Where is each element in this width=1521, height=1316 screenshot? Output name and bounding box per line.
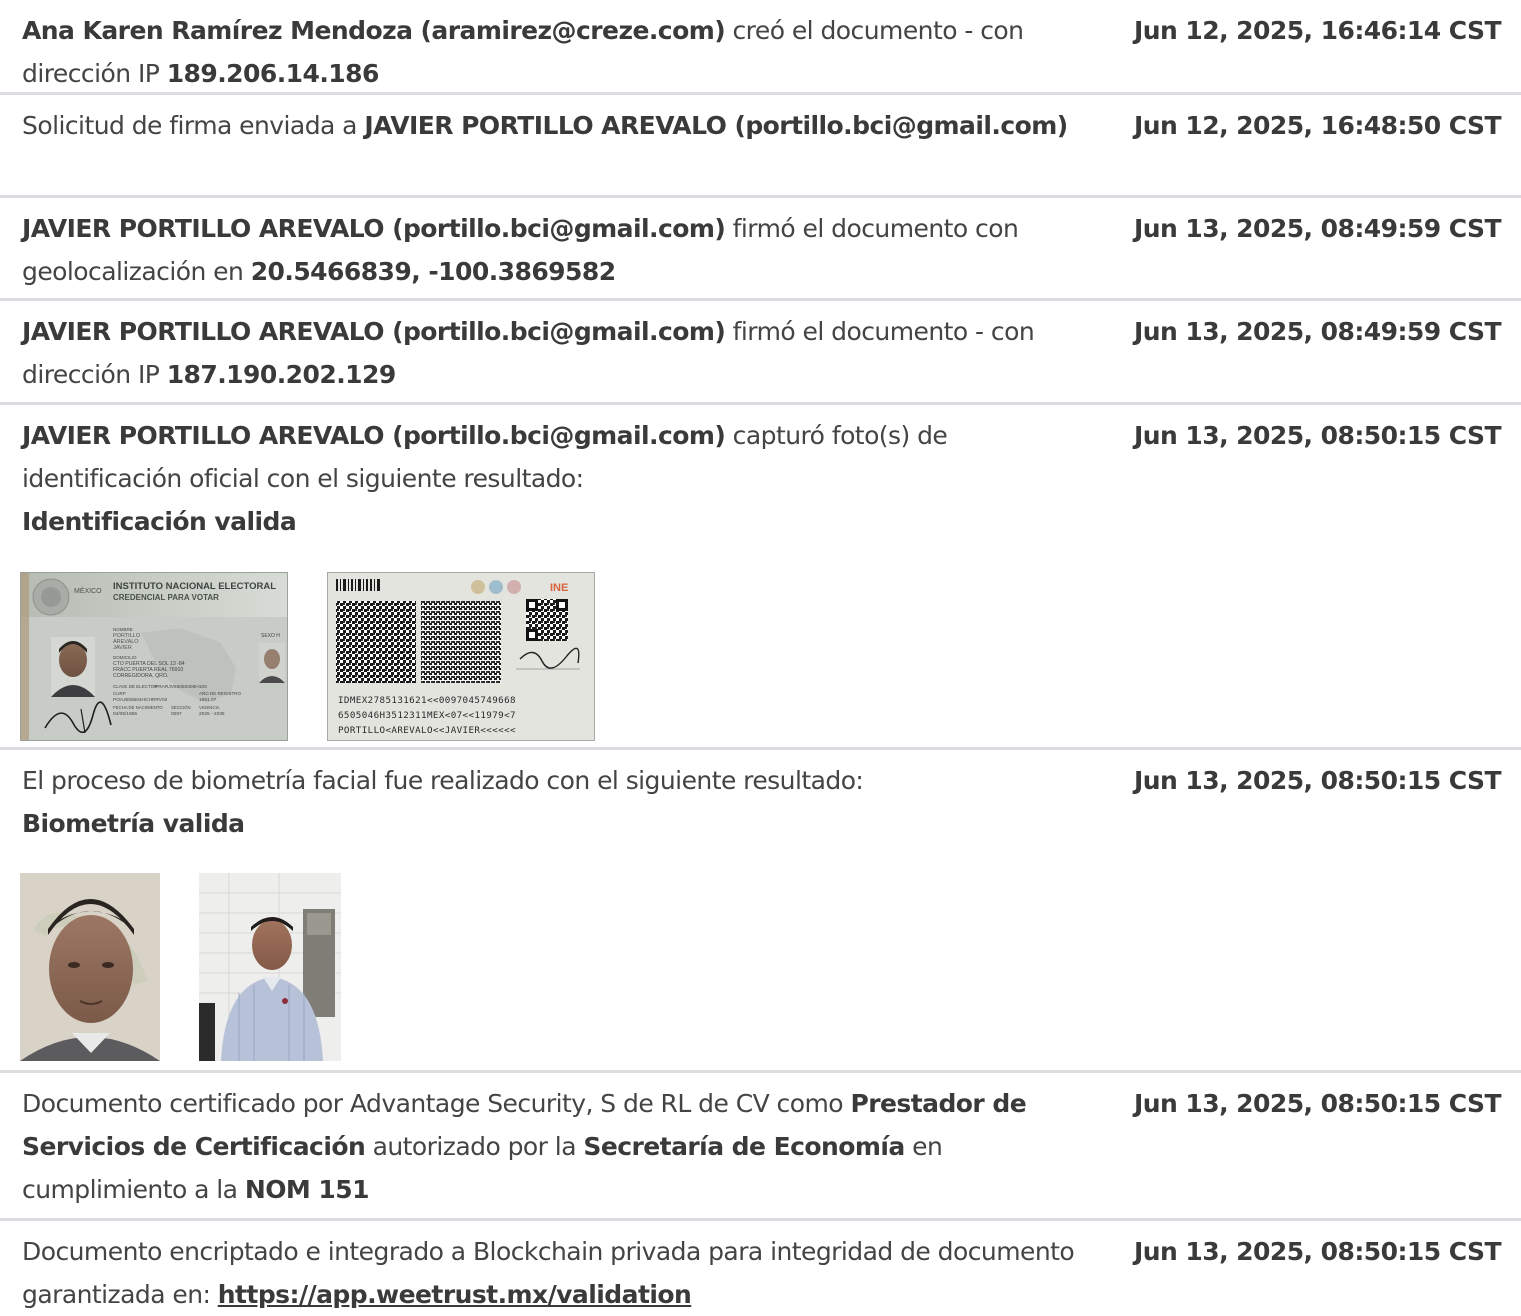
id-registration-label: AÑO DE REGISTRO (199, 690, 242, 696)
id-sex: SEXO H (261, 633, 280, 639)
entry-timestamp: Jun 13, 2025, 08:50:15 CST (1133, 766, 1502, 795)
entry-timestamp: Jun 12, 2025, 16:48:50 CST (1133, 111, 1502, 140)
entry-timestamp: Jun 13, 2025, 08:49:59 CST (1133, 317, 1502, 346)
mrz-line: IDMEX2785131621<<0097045749668 (338, 695, 516, 706)
actor-name: JAVIER PORTILLO AREVALO (portillo.bci@gm… (22, 317, 726, 346)
id-face-crop-image[interactable] (20, 873, 160, 1061)
selfie-graphic (199, 873, 341, 1061)
geolocation: 20.5466839, -100.3869582 (250, 257, 616, 286)
id-card-back-graphic: INE IDMEX2785131621<<0097045749668 65050… (328, 573, 594, 740)
entry-timestamp: Jun 13, 2025, 08:49:59 CST (1133, 214, 1502, 243)
id-curp-label: CURP (113, 691, 126, 696)
entry-description: El proceso de biometría facial fue reali… (22, 759, 1092, 845)
action-text: Solicitud de firma enviada a (22, 111, 365, 140)
entry-timestamp: Jun 13, 2025, 08:50:15 CST (1133, 1237, 1502, 1266)
audit-entry-certification: Documento certificado por Advantage Secu… (0, 1073, 1521, 1221)
id-address-label: DOMICILIO (113, 655, 137, 660)
id-dob: 04/05/1965 (113, 711, 137, 717)
ine-logo: INE (550, 582, 568, 594)
entry-description: Documento certificado por Advantage Secu… (22, 1082, 1092, 1211)
entry-timestamp: Jun 13, 2025, 08:50:15 CST (1133, 1089, 1502, 1118)
audit-entry-signed-ip: JAVIER PORTILLO AREVALO (portillo.bci@gm… (0, 301, 1521, 405)
authority-name: Secretaría de Economía (583, 1132, 905, 1161)
selfie-image[interactable] (199, 873, 341, 1061)
entry-description: Ana Karen Ramírez Mendoza (aramirez@crez… (22, 9, 1092, 95)
id-face-graphic (20, 873, 160, 1061)
id-validity-label: VIGENCIA (199, 705, 220, 710)
ip-address: 187.190.202.129 (166, 360, 397, 389)
ip-address: 189.206.14.186 (166, 59, 380, 88)
action-text: El proceso de biometría facial fue reali… (22, 766, 864, 795)
id-dob-label: FECHA DE NACIMIENTO (113, 705, 163, 710)
id-validity: 2025 - 2035 (199, 711, 225, 717)
mrz-line: PORTILLO<AREVALO<<JAVIER<<<<<< (338, 725, 516, 736)
id-name-line: JAVIER (113, 645, 132, 651)
id-card-back-image[interactable]: INE IDMEX2785131621<<0097045749668 65050… (327, 572, 595, 741)
entry-description: Solicitud de firma enviada a JAVIER PORT… (22, 104, 1092, 147)
action-text: Documento certificado por Advantage Secu… (22, 1089, 851, 1118)
id-doc-type: CREDENCIAL PARA VOTAR (113, 593, 219, 602)
standard-name: NOM 151 (244, 1175, 370, 1204)
id-curp: POAJ650504HCHRRV02 (113, 697, 168, 703)
id-elector-key-label: CLAVE DE ELECTOR (113, 684, 158, 689)
id-elector-key: PRARJV65050408H100 (155, 684, 207, 690)
entry-timestamp: Jun 13, 2025, 08:50:15 CST (1133, 421, 1502, 450)
entry-description: JAVIER PORTILLO AREVALO (portillo.bci@gm… (22, 310, 1092, 396)
id-name-label: NOMBRE (113, 627, 133, 632)
id-card-front-graphic: MÉXICO INSTITUTO NACIONAL ELECTORAL CRED… (21, 573, 287, 740)
audit-entry-blockchain: Documento encriptado e integrado a Block… (0, 1221, 1521, 1309)
id-section: 0097 (171, 711, 182, 717)
validation-link[interactable]: https://app.weetrust.mx/validation (218, 1280, 692, 1309)
id-address-line: CORREGIDORA, QRO. (113, 673, 168, 679)
audit-entry-signature-request: Solicitud de firma enviada a JAVIER PORT… (0, 95, 1521, 198)
audit-entry-id-capture: JAVIER PORTILLO AREVALO (portillo.bci@gm… (0, 405, 1521, 750)
entry-description: Documento encriptado e integrado a Block… (22, 1230, 1092, 1316)
id-registration: 1991 07 (199, 697, 217, 703)
actor-name: JAVIER PORTILLO AREVALO (portillo.bci@gm… (22, 421, 726, 450)
actor-name: JAVIER PORTILLO AREVALO (portillo.bci@gm… (22, 214, 726, 243)
audit-entry-facial-biometrics: El proceso de biometría facial fue reali… (0, 750, 1521, 1073)
id-section-label: SECCIÓN (171, 705, 191, 710)
action-text: autorizado por la (365, 1132, 584, 1161)
result-text: Identificación valida (22, 507, 297, 536)
entry-description: JAVIER PORTILLO AREVALO (portillo.bci@gm… (22, 207, 1092, 293)
recipient-name: JAVIER PORTILLO AREVALO (portillo.bci@gm… (364, 111, 1068, 140)
entry-timestamp: Jun 12, 2025, 16:46:14 CST (1133, 16, 1502, 45)
result-text: Biometría valida (22, 809, 245, 838)
id-country: MÉXICO (74, 586, 102, 595)
actor-name: Ana Karen Ramírez Mendoza (aramirez@crez… (22, 16, 726, 45)
audit-entry-document-created: Ana Karen Ramírez Mendoza (aramirez@crez… (0, 0, 1521, 95)
entry-description: JAVIER PORTILLO AREVALO (portillo.bci@gm… (22, 414, 1092, 543)
audit-entry-signed-geolocation: JAVIER PORTILLO AREVALO (portillo.bci@gm… (0, 198, 1521, 301)
id-card-front-image[interactable]: MÉXICO INSTITUTO NACIONAL ELECTORAL CRED… (20, 572, 288, 741)
mrz-line: 6505046H3512311MEX<07<<11979<7 (338, 710, 516, 721)
audit-trail: Ana Karen Ramírez Mendoza (aramirez@crez… (0, 0, 1521, 1309)
id-issuer: INSTITUTO NACIONAL ELECTORAL (113, 581, 276, 592)
